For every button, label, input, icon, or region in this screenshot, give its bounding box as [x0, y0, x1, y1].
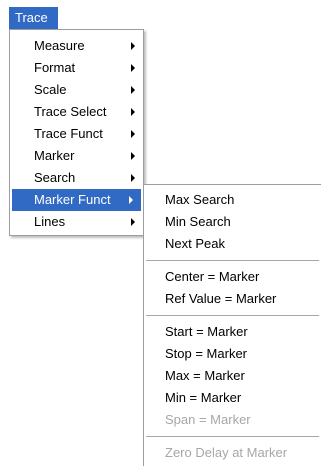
menu-item-label: Format: [34, 60, 76, 75]
submenu-item-max-search[interactable]: Max Search: [144, 189, 321, 211]
submenu-item-zero-delay-at-marker: Zero Delay at Marker: [165, 445, 288, 460]
submenu-item-center-marker[interactable]: Center = Marker: [144, 266, 321, 288]
submenu-item-ref-value-marker[interactable]: Ref Value = Marker: [144, 288, 321, 310]
submenu-arrow-icon: [131, 108, 135, 116]
submenu-item-max-marker[interactable]: Max = Marker: [144, 365, 321, 387]
menu-separator: [146, 260, 319, 261]
menu-item-label: Trace Select: [34, 104, 107, 119]
menu-item-label: Search: [34, 170, 76, 185]
menu-item-scale[interactable]: Scale: [10, 79, 143, 101]
submenu-item-start-marker[interactable]: Start = Marker: [144, 321, 321, 343]
submenu-arrow-icon: [131, 174, 135, 182]
menu-item-format[interactable]: Format: [10, 57, 143, 79]
menu-item-label: Measure: [34, 38, 85, 53]
submenu-arrow-icon: [131, 42, 135, 50]
menu-item-label: Scale: [34, 82, 67, 97]
submenu-item-min-search[interactable]: Min Search: [144, 211, 321, 233]
submenu-arrow-icon: [131, 64, 135, 72]
menu-item-label: Marker: [34, 148, 75, 163]
menu-item-label: Marker Funct: [34, 192, 111, 207]
trace-menu: Measure Format Scale Trace Select Trace …: [9, 29, 144, 236]
menu-item-marker-funct[interactable]: Marker Funct: [12, 189, 141, 211]
menu-item-search[interactable]: Search: [10, 167, 143, 189]
menu-separator: [146, 436, 319, 437]
submenu-item-stop-marker[interactable]: Stop = Marker: [144, 343, 321, 365]
menu-item-label: Trace Funct: [34, 126, 103, 141]
submenu-item-min-marker[interactable]: Min = Marker: [144, 387, 321, 409]
submenu-arrow-icon: [131, 130, 135, 138]
marker-funct-submenu: Max Search Min Search Next Peak Center =…: [143, 184, 321, 466]
menu-item-lines[interactable]: Lines: [10, 211, 143, 233]
menu-item-marker[interactable]: Marker: [10, 145, 143, 167]
submenu-item-next-peak[interactable]: Next Peak: [144, 233, 321, 255]
submenu-arrow-icon: [129, 196, 133, 204]
submenu-arrow-icon: [131, 218, 135, 226]
menu-separator: [146, 315, 319, 316]
menu-item-trace-funct[interactable]: Trace Funct: [10, 123, 143, 145]
submenu-arrow-icon: [131, 152, 135, 160]
submenu-arrow-icon: [131, 86, 135, 94]
submenu-item-span-marker: Span = Marker: [165, 412, 251, 427]
menu-item-label: Lines: [34, 214, 66, 229]
menu-item-measure[interactable]: Measure: [10, 35, 143, 57]
menu-item-trace-select[interactable]: Trace Select: [10, 101, 143, 123]
menu-trace[interactable]: Trace: [9, 7, 58, 29]
